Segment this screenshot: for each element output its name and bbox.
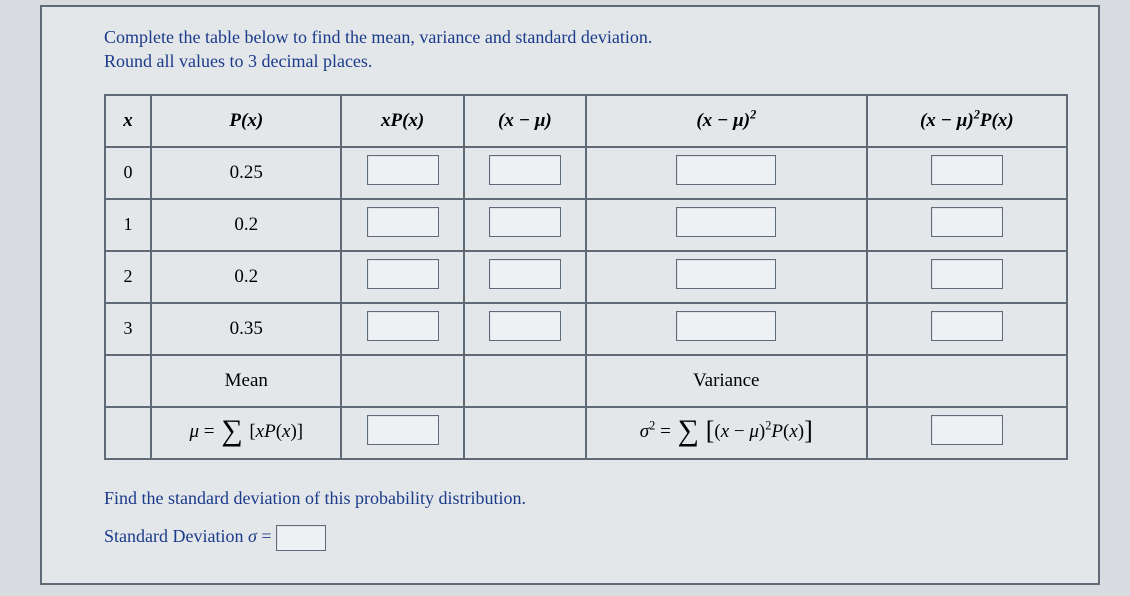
formula-row: μ = ∑ [xP(x)] σ2 = ∑ [(x − μ)2P(x)] [105,407,1067,459]
input-sd[interactable] [276,525,326,551]
input-xmu2-2[interactable] [676,259,776,289]
cell-x: 2 [105,251,151,303]
cell-xmu2 [586,199,867,251]
input-xmu2px-2[interactable] [931,259,1003,289]
variance-result-cell [867,407,1067,459]
table-row: 0 0.25 [105,147,1067,199]
input-xmu2px-3[interactable] [931,311,1003,341]
cell-xmu [464,199,586,251]
cell-xmu2 [586,303,867,355]
header-xpx: xP(x) [341,95,463,147]
input-xpx-2[interactable] [367,259,439,289]
header-xmu2: (x − μ)2 [586,95,867,147]
cell-xmu [464,147,586,199]
mean-result-cell [341,407,463,459]
cell-xmu [464,303,586,355]
input-xpx-3[interactable] [367,311,439,341]
mean-label: Mean [151,355,341,407]
input-xmu2px-1[interactable] [931,207,1003,237]
instructions-line2: Round all values to 3 decimal places. [104,51,372,71]
cell-px: 0.2 [151,251,341,303]
input-xmu-1[interactable] [489,207,561,237]
empty-cell [867,355,1067,407]
cell-xpx [341,147,463,199]
cell-xmu2 [586,147,867,199]
empty-cell [464,407,586,459]
table-header-row: x P(x) xP(x) (x − μ) (x − μ)2 (x − μ)2P(… [105,95,1067,147]
input-xmu2-1[interactable] [676,207,776,237]
input-xmu2px-0[interactable] [931,155,1003,185]
input-xmu-3[interactable] [489,311,561,341]
input-variance[interactable] [931,415,1003,445]
header-px: P(x) [151,95,341,147]
cell-xpx [341,251,463,303]
cell-xmu [464,251,586,303]
worksheet-page: Complete the table below to find the mea… [40,5,1100,585]
cell-xpx [341,303,463,355]
instructions-line1: Complete the table below to find the mea… [104,27,652,47]
mean-formula: μ = ∑ [xP(x)] [189,421,303,442]
cell-px: 0.25 [151,147,341,199]
table-row: 1 0.2 [105,199,1067,251]
probability-table: x P(x) xP(x) (x − μ) (x − μ)2 (x − μ)2P(… [104,94,1068,460]
input-xpx-1[interactable] [367,207,439,237]
empty-cell [105,355,151,407]
table-row: 2 0.2 [105,251,1067,303]
variance-formula: σ2 = ∑ [(x − μ)2P(x)] [640,421,813,442]
variance-label: Variance [586,355,867,407]
instructions: Complete the table below to find the mea… [104,25,1068,74]
cell-x: 1 [105,199,151,251]
cell-xmu2px [867,251,1067,303]
cell-xpx [341,199,463,251]
sd-line: Standard Deviation σ = [104,525,1068,551]
input-xmu-0[interactable] [489,155,561,185]
input-mean[interactable] [367,415,439,445]
cell-xmu2 [586,251,867,303]
cell-xmu2px [867,303,1067,355]
sd-prompt: Find the standard deviation of this prob… [104,488,1068,509]
header-xmu: (x − μ) [464,95,586,147]
cell-x: 3 [105,303,151,355]
input-xmu2-3[interactable] [676,311,776,341]
variance-formula-cell: σ2 = ∑ [(x − μ)2P(x)] [586,407,867,459]
input-xmu-2[interactable] [489,259,561,289]
empty-cell [341,355,463,407]
input-xpx-0[interactable] [367,155,439,185]
empty-cell [464,355,586,407]
empty-cell [105,407,151,459]
cell-px: 0.2 [151,199,341,251]
cell-xmu2px [867,199,1067,251]
mean-formula-cell: μ = ∑ [xP(x)] [151,407,341,459]
cell-xmu2px [867,147,1067,199]
header-xmu2px: (x − μ)2P(x) [867,95,1067,147]
header-x: x [105,95,151,147]
cell-px: 0.35 [151,303,341,355]
cell-x: 0 [105,147,151,199]
input-xmu2-0[interactable] [676,155,776,185]
label-row: Mean Variance [105,355,1067,407]
sd-label: Standard Deviation σ = [104,526,272,546]
table-row: 3 0.35 [105,303,1067,355]
